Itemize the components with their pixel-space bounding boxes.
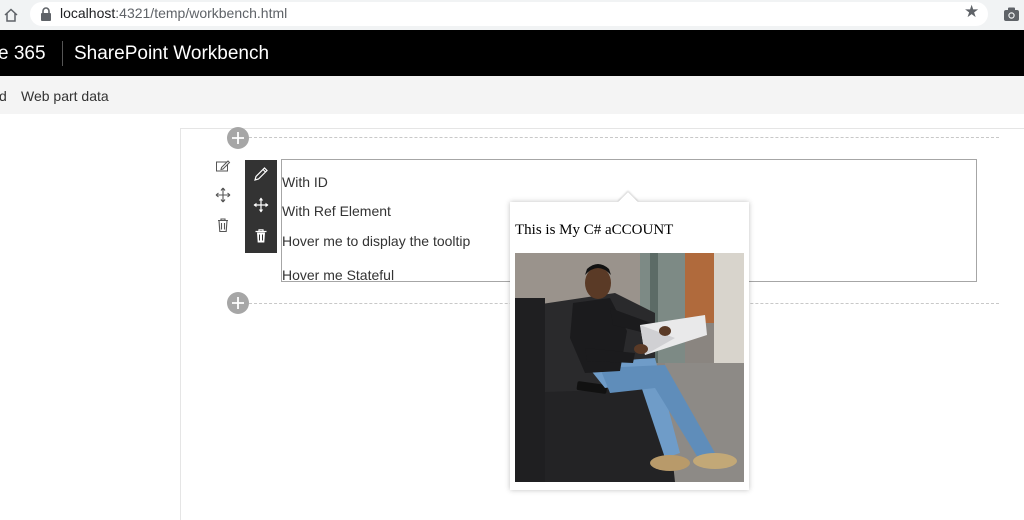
tooltip-beak-cover bbox=[616, 202, 640, 212]
home-icon[interactable] bbox=[2, 6, 20, 24]
lock-icon bbox=[40, 7, 52, 21]
workbench-title[interactable]: SharePoint Workbench bbox=[74, 43, 269, 65]
star-icon[interactable]: ★ bbox=[964, 2, 979, 22]
suite-bar: e 365 SharePoint Workbench bbox=[0, 30, 1024, 76]
person-photo bbox=[515, 253, 744, 482]
stateful-hover-item[interactable]: Hover me Stateful bbox=[282, 267, 394, 283]
tooltip-text: This is My C# aCCOUNT bbox=[515, 222, 674, 238]
url-host: localhost bbox=[60, 5, 116, 21]
suite-brand[interactable]: e 365 bbox=[0, 43, 46, 65]
with-ref-element-item[interactable]: With Ref Element bbox=[282, 203, 391, 219]
url-path: :4321/temp/workbench.html bbox=[115, 5, 288, 21]
section-delete-icon[interactable] bbox=[215, 217, 231, 233]
web-part-data-button[interactable]: Web part data bbox=[21, 88, 109, 104]
browser-bar: localhost:4321/temp/workbench.html ★ bbox=[0, 0, 1024, 30]
webpart-toolbar bbox=[245, 160, 277, 253]
command-item-partial[interactable]: d bbox=[0, 88, 7, 104]
suite-divider bbox=[62, 41, 63, 66]
section-edit-icon[interactable] bbox=[215, 159, 231, 175]
add-icon[interactable] bbox=[227, 127, 249, 149]
tooltip-hover-item[interactable]: Hover me to display the tooltip bbox=[282, 233, 470, 249]
camera-icon[interactable] bbox=[1003, 6, 1020, 22]
url-text: localhost:4321/temp/workbench.html bbox=[60, 5, 287, 21]
delete-icon[interactable] bbox=[253, 228, 269, 244]
add-icon[interactable] bbox=[227, 292, 249, 314]
edit-icon[interactable] bbox=[253, 166, 269, 182]
address-bar[interactable]: localhost:4321/temp/workbench.html bbox=[30, 2, 988, 26]
canvas-left-border bbox=[180, 128, 181, 520]
section-divider-top bbox=[249, 137, 999, 138]
with-id-item[interactable]: With ID bbox=[282, 174, 328, 190]
section-move-icon[interactable] bbox=[215, 187, 231, 203]
canvas-top-border bbox=[180, 128, 1024, 129]
move-icon[interactable] bbox=[253, 197, 269, 213]
command-bar: d Web part data bbox=[0, 76, 1024, 114]
